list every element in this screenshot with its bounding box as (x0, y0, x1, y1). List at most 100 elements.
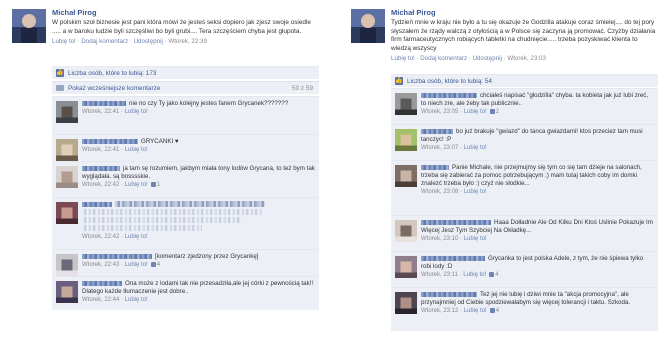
comment-like-link[interactable]: Lubię to! (125, 297, 148, 303)
commenter-name[interactable] (82, 138, 138, 144)
post-actions: Lubię to! · Dodaj komentarz · Udostępnij… (52, 38, 207, 45)
comment-bubble-icon (56, 85, 64, 91)
thumbs-up-icon: 👍 (395, 77, 403, 85)
commenter-name[interactable] (82, 253, 152, 259)
comment-time[interactable]: Wtorek, 23:08 (421, 189, 458, 195)
commenter-name[interactable] (421, 164, 449, 170)
commenter-name[interactable] (421, 128, 453, 134)
likes-count-label: Liczba osób, które to lubią: 54 (407, 77, 492, 85)
comment-text: nie no czy Ty jako kolejny jestes fanem … (129, 100, 289, 107)
comment-like-link[interactable]: Lubię to! (125, 262, 148, 268)
like-count-icon (150, 182, 156, 187)
commenter-avatar[interactable] (56, 166, 78, 188)
comment-link[interactable]: Dodaj komentarz (420, 55, 467, 62)
commenter-name[interactable] (421, 219, 491, 225)
post-author[interactable]: Michał Pirog (52, 8, 319, 17)
like-link[interactable]: Lubię to! (52, 38, 76, 45)
comment-like-link[interactable]: Lubię to! (464, 109, 487, 115)
commenter-avatar[interactable] (395, 220, 417, 242)
comment-time[interactable]: Wtorek, 22:41 (82, 147, 119, 153)
commenter-name[interactable] (82, 280, 122, 286)
comment-like-link[interactable]: Lubię to! (125, 109, 148, 115)
comment: bo już brakuje "gwiazd" do tanca gwiazda… (391, 124, 658, 160)
comment-time[interactable]: Wtorek, 23:05 (421, 109, 458, 115)
commenter-avatar[interactable] (56, 101, 78, 123)
comment-like-count: 1 (156, 182, 161, 189)
comment: [komentarz zjedzony przez Grycankę] Wtor… (52, 249, 319, 276)
comment-like-link[interactable]: Lubię to! (125, 147, 148, 153)
comment-like-link[interactable]: Lubię to! (463, 272, 486, 278)
commenter-avatar[interactable] (56, 139, 78, 161)
comment-link[interactable]: Dodaj komentarz (81, 38, 128, 45)
comment-time[interactable]: Wtorek, 22:41 (82, 109, 119, 115)
comment: Haaa Dołładnie Ale Od Kilku Dni Ktoś Usl… (391, 215, 658, 251)
comment-meta: Wtorek, 23:05 · Lubię to! 2 (421, 109, 500, 116)
comment-time[interactable]: Wtorek, 23:07 (421, 145, 458, 151)
comment: Ona może z lodami tak nie przesadziła,al… (52, 276, 319, 310)
show-earlier-comments[interactable]: Pokaż wcześniejsze komentarze 50 z 59 (52, 81, 319, 94)
likes-count-bar[interactable]: 👍 Liczba osób, które to lubią: 173 (52, 66, 319, 79)
like-link[interactable]: Lubię to! (391, 55, 415, 62)
left-facebook-post: Michał Pirog W polskim szoł biznesie jes… (0, 0, 325, 349)
comment-time[interactable]: Wtorek, 23:11 (421, 272, 458, 278)
post-timestamp[interactable]: Wtorek, 23:03 (507, 55, 546, 62)
comment-time[interactable]: Wtorek, 22:43 (82, 262, 119, 268)
post-author[interactable]: Michał Pirog (391, 8, 658, 17)
comment: Wtorek, 22:42 · Lubię to! (52, 197, 319, 249)
comment-time[interactable]: Wtorek, 22:42 (82, 234, 119, 240)
commenter-avatar[interactable] (395, 292, 417, 314)
comment-time[interactable]: Wtorek, 23:12 (421, 308, 458, 314)
comment-like-link[interactable]: Lubię to! (125, 182, 148, 188)
comment-like-link[interactable]: Lubię to! (464, 236, 487, 242)
comment: ja tam sę rozumiem, jakbym miała tony lo… (52, 161, 319, 197)
author-avatar[interactable] (12, 9, 46, 43)
author-avatar[interactable] (351, 9, 385, 43)
comment-time[interactable]: Wtorek, 22:44 (82, 297, 119, 303)
comment-time[interactable]: Wtorek, 22:42 (82, 182, 119, 188)
comment-meta: Wtorek, 23:08 · Lubię to! (421, 189, 487, 195)
comment-like-count: 4 (156, 262, 161, 269)
comment: Grycanka to jest polska Adele, z tym, że… (391, 251, 658, 287)
right-facebook-post: Michał Pirog Tydzień mnie w kraju nie by… (339, 0, 664, 349)
commenter-avatar[interactable] (395, 165, 417, 187)
comment-like-count: 4 (495, 308, 500, 315)
comment-like-count: 4 (495, 272, 499, 279)
comment-like-link[interactable]: Lubię to! (464, 145, 487, 151)
post: Michał Pirog W polskim szoł biznesie jes… (0, 0, 325, 58)
like-count-icon (489, 272, 495, 277)
commenter-avatar[interactable] (395, 256, 417, 278)
comment-like-link[interactable]: Lubię to! (464, 308, 487, 314)
commenter-name[interactable] (82, 165, 120, 171)
comment-meta: Wtorek, 22:44 · Lubię to! (82, 297, 148, 303)
commenter-name[interactable] (82, 201, 112, 207)
comment-list: nie no czy Ty jako kolejny jestes fanem … (52, 96, 319, 310)
comment-meta: Wtorek, 23:10 · Lubię to! (421, 236, 487, 242)
comment-meta: Wtorek, 22:42 · Lubię to! 1 (82, 182, 161, 189)
like-count-icon (489, 308, 495, 313)
commenter-avatar[interactable] (395, 93, 417, 115)
comment: GRYCANKI ♥ Wtorek, 22:41 · Lubię to! (52, 134, 319, 161)
comment: chciałeś napisać "głodzilla" chyba. ta k… (391, 88, 658, 124)
commenter-avatar[interactable] (56, 281, 78, 303)
comment-text: bo już brakuje "gwiazd" do tanca gwiazda… (421, 128, 643, 143)
comment-list: chciałeś napisać "głodzilla" chyba. ta k… (391, 88, 658, 331)
post-timestamp[interactable]: Wtorek, 22:39 (168, 38, 207, 45)
comment-meta: Wtorek, 22:43 · Lubię to! 4 (82, 262, 161, 269)
commenter-avatar[interactable] (56, 202, 78, 224)
comment-like-link[interactable]: Lubię to! (125, 234, 148, 240)
share-link[interactable]: Udostępnij (134, 38, 163, 45)
comment-meta: Wtorek, 22:42 · Lubię to! (82, 234, 148, 240)
post-actions: Lubię to! · Dodaj komentarz · Udostępnij… (391, 55, 546, 62)
commenter-avatar[interactable] (395, 129, 417, 151)
commenter-name[interactable] (421, 92, 477, 98)
comment-time[interactable]: Wtorek, 23:10 (421, 236, 458, 242)
comment-like-link[interactable]: Lubię to! (464, 189, 487, 195)
show-earlier-label: Pokaż wcześniejsze komentarze (68, 84, 161, 92)
commenter-name[interactable] (421, 255, 485, 261)
commenter-name[interactable] (82, 100, 126, 106)
share-link[interactable]: Udostępnij (473, 55, 502, 62)
commenter-avatar[interactable] (56, 254, 78, 276)
commenter-name[interactable] (421, 291, 477, 297)
likes-count-bar[interactable]: 👍 Liczba osób, które to lubią: 54 (391, 74, 658, 87)
comment-meta: Wtorek, 23:11 · Lubię to! 4 (421, 272, 499, 279)
